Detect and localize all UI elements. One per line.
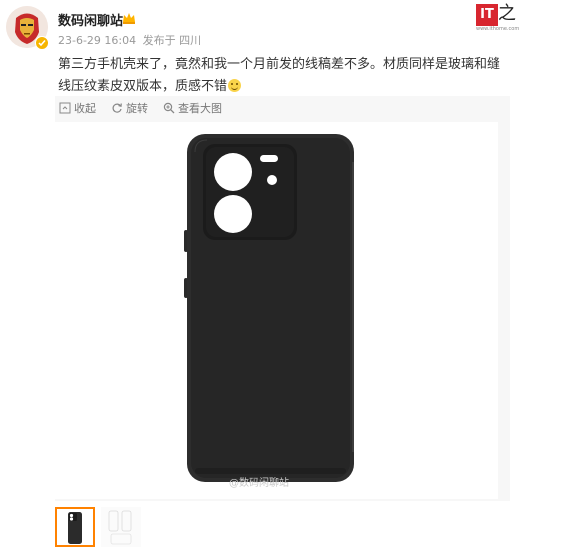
thumbnail-1-image xyxy=(57,509,93,545)
username[interactable]: 数码闲聊站 xyxy=(58,10,123,29)
rotate-icon xyxy=(112,103,122,113)
main-image[interactable]: @数码闲聊站 xyxy=(55,122,498,499)
ithome-watermark-logo: IT 之 www.ithome.com xyxy=(476,3,520,32)
rotate-label: 旋转 xyxy=(126,102,148,115)
post-timestamp[interactable]: 23-6-29 16:04 xyxy=(58,34,136,47)
post-source: 发布于 四川 xyxy=(142,34,202,47)
view-large-button[interactable]: 查看大图 xyxy=(163,100,222,116)
collapse-button[interactable]: 收起 xyxy=(59,100,96,116)
thumbnail-2-image xyxy=(101,507,141,547)
crown-icon xyxy=(122,10,136,29)
logo-char: 之 xyxy=(498,3,516,24)
image-watermark: @数码闲聊站 xyxy=(229,478,289,489)
verified-badge-icon xyxy=(35,36,49,50)
phone-case-image xyxy=(184,134,354,482)
image-toolbar: 收起 旋转 查看大图 xyxy=(55,96,237,120)
logo-sub: www.ithome.com xyxy=(476,26,520,32)
zoom-icon xyxy=(163,102,175,114)
post-text: 第三方手机壳来了，竟然和我一个月前发的线稿差不多。材质同样是玻璃和缝线压纹素皮双… xyxy=(58,54,508,98)
logo-box: IT xyxy=(476,4,498,26)
collapse-icon xyxy=(59,102,71,114)
thumbnail-2[interactable] xyxy=(101,507,141,547)
post-text-content: 第三方手机壳来了，竟然和我一个月前发的线稿差不多。材质同样是玻璃和缝线压纹素皮双… xyxy=(58,57,501,94)
rotate-button[interactable]: 旋转 xyxy=(111,100,148,116)
view-large-label: 查看大图 xyxy=(178,102,222,115)
post-meta: 23-6-29 16:04 发布于 四川 xyxy=(58,32,204,48)
collapse-label: 收起 xyxy=(74,102,96,115)
thumbnail-1[interactable] xyxy=(55,507,95,547)
smile-emoji-icon xyxy=(228,79,242,92)
image-viewer: 收起 旋转 查看大图 @数码闲聊站 xyxy=(55,96,510,501)
